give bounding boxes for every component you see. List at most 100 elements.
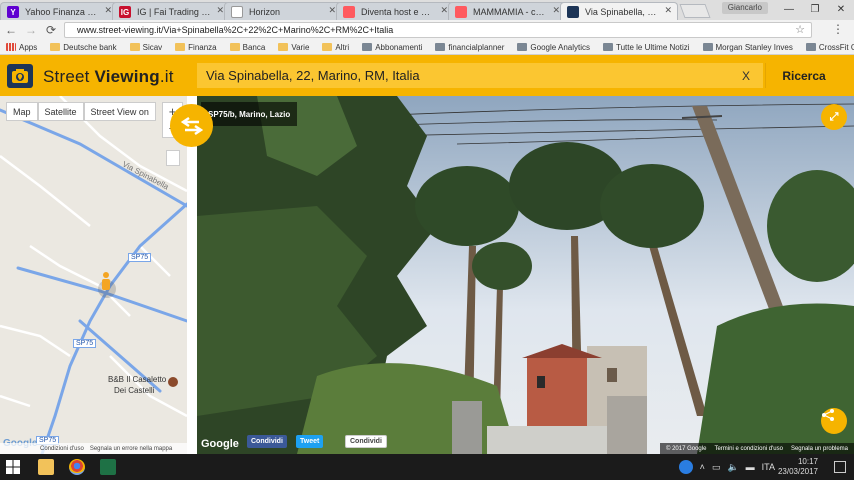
bookmark-item[interactable]: Altri xyxy=(322,43,349,52)
tab-favicon-icon xyxy=(567,6,579,18)
tab-title: Horizon xyxy=(249,6,281,17)
googleplus-share-button[interactable]: Condividi xyxy=(345,435,387,448)
excel-icon[interactable] xyxy=(100,459,116,475)
windows-start-icon[interactable] xyxy=(5,459,21,475)
show-hidden-icons[interactable]: ˄ xyxy=(700,462,705,472)
browser-tab[interactable]: MAMMAMIA - case an ✕ xyxy=(448,2,566,20)
bookmark-item[interactable]: Banca xyxy=(229,42,266,52)
tab-close-icon[interactable]: ✕ xyxy=(664,5,672,16)
tab-close-icon[interactable]: ✕ xyxy=(440,5,448,16)
swap-view-button[interactable] xyxy=(170,104,213,147)
site-favicon-icon xyxy=(805,43,816,51)
browser-tab[interactable]: Horizon ✕ xyxy=(224,2,342,20)
streetview-image xyxy=(197,96,854,454)
close-window-icon[interactable]: ✕ xyxy=(828,0,854,18)
browser-tab[interactable]: Diventa host e affitta l ✕ xyxy=(336,2,454,20)
bookmark-item[interactable]: Google Analytics xyxy=(517,43,590,52)
tab-title: Diventa host e affitta l xyxy=(361,6,435,17)
share-icon[interactable] xyxy=(821,408,847,434)
forward-arrow-icon[interactable]: → xyxy=(22,21,40,39)
bookmark-star-icon[interactable]: ☆ xyxy=(795,23,805,36)
poi-name-line2: Dei Castelli xyxy=(114,386,155,395)
map-panel[interactable]: Map Satellite Street View on + − Via Spi… xyxy=(0,96,197,454)
bookmark-item[interactable]: Morgan Stanley Inves xyxy=(702,43,793,52)
logo-bold: Viewing xyxy=(94,67,160,86)
site-logo[interactable]: Street Viewing.it xyxy=(43,67,174,87)
streetview-panel[interactable]: SP75/b, Marino, Lazio ⤢ Google Condividi… xyxy=(197,96,854,454)
new-tab-button[interactable] xyxy=(679,4,711,18)
browser-toolbar: ← → ⟳ www.street-viewing.it/Via+Spinabel… xyxy=(0,20,854,40)
camera-logo-icon[interactable] xyxy=(7,64,33,88)
bookmark-item[interactable]: Finanza xyxy=(175,42,217,52)
streetview-terms-link[interactable]: Termini e condizioni d'uso xyxy=(714,446,783,452)
file-explorer-icon[interactable] xyxy=(38,459,54,475)
clock-time: 10:17 xyxy=(797,457,818,466)
tab-favicon-icon: Y xyxy=(7,6,19,18)
map-report-link[interactable]: Segnala un errore nella mappa xyxy=(90,446,172,452)
language-indicator[interactable]: ITA xyxy=(762,462,775,472)
tab-close-icon[interactable]: ✕ xyxy=(216,5,224,16)
address-url: www.street-viewing.it/Via+Spinabella%2C+… xyxy=(77,25,394,35)
map-terms-link[interactable]: Condizioni d'uso xyxy=(40,446,84,452)
bookmark-label: Banca xyxy=(242,42,266,52)
bookmark-item[interactable]: Sicav xyxy=(129,42,163,52)
google-logo: Google xyxy=(201,438,239,450)
twitter-tweet-button[interactable]: Tweet xyxy=(296,435,324,448)
network-icon[interactable]: ▭ xyxy=(712,462,721,473)
fullscreen-icon[interactable]: ⤢ xyxy=(821,104,847,130)
bookmark-item[interactable]: CrossFit Games | The xyxy=(805,42,854,52)
bookmark-label: Finanza xyxy=(188,42,217,52)
back-arrow-icon[interactable]: ← xyxy=(2,21,20,39)
bookmark-item[interactable]: Abbonamenti xyxy=(362,43,422,52)
bookmark-label: Altri xyxy=(335,42,350,52)
streetview-location-badge: SP75/b, Marino, Lazio xyxy=(201,102,298,126)
battery-icon[interactable]: ▬ xyxy=(746,462,755,472)
lodging-icon[interactable] xyxy=(168,377,178,387)
bookmark-label: Sicav xyxy=(142,42,163,52)
bookmark-label: CrossFit Games | The xyxy=(818,42,854,52)
volume-icon[interactable]: 🔈 xyxy=(727,462,738,473)
pegman-dock-icon[interactable] xyxy=(166,150,180,166)
map-type-satellite[interactable]: Satellite xyxy=(37,102,84,121)
help-icon[interactable] xyxy=(678,460,693,474)
streetview-copyright: © 2017 Google xyxy=(665,445,707,452)
browser-tab[interactable]: Y Yahoo Finanza - econo ✕ xyxy=(0,2,118,20)
restore-icon[interactable]: ❐ xyxy=(802,0,828,18)
minimize-icon[interactable]: — xyxy=(776,0,802,18)
site-favicon-icon xyxy=(517,43,528,51)
browser-tab[interactable]: Via Spinabella, 22, Mar ✕ xyxy=(560,2,678,20)
streetview-footer: © 2017 Google Termini e condizioni d'uso… xyxy=(659,443,854,454)
bookmark-item[interactable]: Varie xyxy=(278,43,309,52)
chrome-icon[interactable] xyxy=(69,459,85,475)
pegman-icon[interactable] xyxy=(102,272,110,290)
reload-icon[interactable]: ⟳ xyxy=(42,21,60,39)
action-center-icon[interactable] xyxy=(834,461,846,473)
site-favicon-icon xyxy=(603,43,613,51)
map-type-controls: Map Satellite Street View on xyxy=(6,102,156,121)
bookmark-item[interactable]: Deutsche bank xyxy=(50,43,117,52)
streetview-toggle[interactable]: Street View on xyxy=(83,102,156,121)
bookmark-item[interactable]: Apps xyxy=(6,43,37,52)
bookmark-item[interactable]: financialplanner xyxy=(435,43,504,52)
browser-tab[interactable]: IG IG | Fai Trading Online ✕ xyxy=(112,2,230,20)
tab-favicon-icon xyxy=(343,6,355,18)
map-divider xyxy=(187,96,197,454)
tab-favicon-icon xyxy=(231,6,243,18)
bookmark-label: Abbonamenti xyxy=(375,42,423,52)
taskbar-clock[interactable]: 10:17 23/03/2017 xyxy=(778,457,818,477)
facebook-share-button[interactable]: Condividi xyxy=(247,435,287,448)
address-search-input[interactable]: Via Spinabella, 22, Marino, RM, Italia xyxy=(197,63,763,88)
tab-close-icon[interactable]: ✕ xyxy=(552,5,560,16)
streetview-report-link[interactable]: Segnala un problema xyxy=(791,446,848,452)
address-bar[interactable]: www.street-viewing.it/Via+Spinabella%2C+… xyxy=(64,22,812,38)
logo-light: Street xyxy=(43,67,95,86)
clear-search-button[interactable]: X xyxy=(742,69,750,83)
facebook-share-label: Condividi xyxy=(251,438,283,445)
bookmark-item[interactable]: Tutte le Ultime Notizi xyxy=(603,43,690,52)
browser-menu-icon[interactable]: ⋮ xyxy=(832,22,844,36)
tab-close-icon[interactable]: ✕ xyxy=(328,5,336,16)
tab-close-icon[interactable]: ✕ xyxy=(104,5,112,16)
map-type-map[interactable]: Map xyxy=(6,102,38,121)
search-button[interactable]: Ricerca xyxy=(765,63,842,88)
profile-chip[interactable]: Giancarlo xyxy=(721,2,768,14)
